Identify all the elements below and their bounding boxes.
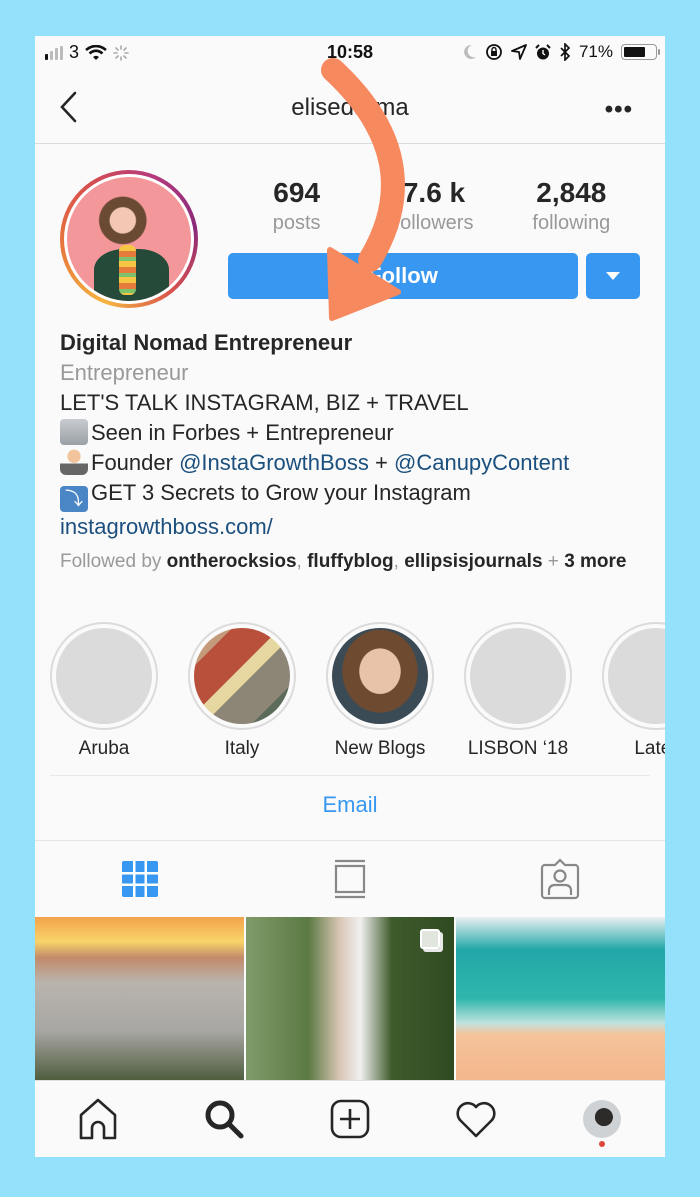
stat-value: 2,848: [536, 177, 607, 208]
arrow-down-emoji-icon: ⤵: [60, 486, 88, 512]
post-grid: [35, 917, 665, 1080]
stat-label: posts: [272, 212, 321, 234]
tab-feed[interactable]: [245, 841, 455, 917]
more-horizontal-icon[interactable]: •••: [605, 96, 633, 124]
bio-text: +: [368, 450, 394, 475]
location-icon: [511, 44, 527, 60]
bio-text: GET 3 Secrets to Grow your Instagram: [91, 480, 471, 505]
category-label: Entrepreneur: [60, 360, 189, 385]
tagged-person-icon: [540, 858, 580, 900]
battery-icon: [621, 44, 660, 60]
caret-down-icon: [606, 272, 620, 280]
nav-search[interactable]: [161, 1081, 287, 1157]
separator: ,: [393, 551, 405, 572]
technologist-emoji-icon: [60, 449, 88, 475]
highlight-label: New Blogs: [334, 738, 426, 759]
separator: ,: [296, 551, 308, 572]
moon-icon: [464, 44, 476, 59]
stat-value: 694: [273, 177, 321, 208]
profile-tabs: [35, 841, 665, 917]
profile-avatar[interactable]: [60, 170, 198, 308]
highlight-label: Italy: [224, 738, 260, 759]
alarm-icon: [535, 43, 551, 59]
stat-following[interactable]: 2,848 following: [503, 176, 640, 246]
stat-followers[interactable]: 7.6 k followers: [365, 176, 502, 246]
nav-profile[interactable]: [539, 1081, 665, 1157]
profile-avatar: [583, 1100, 621, 1138]
search-icon: [205, 1100, 244, 1139]
bluetooth-icon: [560, 43, 571, 61]
status-bar: 3 10:58 71%: [35, 36, 665, 72]
nav-add-post[interactable]: [287, 1081, 413, 1157]
profile-stats: 694 posts 7.6 k followers 2,848 followin…: [228, 176, 640, 246]
home-icon: [79, 1098, 117, 1140]
highlight-item[interactable]: New Blogs: [311, 622, 449, 762]
divider: [50, 775, 650, 776]
bio-line: Seen in Forbes + Entrepreneur: [60, 418, 640, 448]
highlight-cover: [470, 628, 566, 724]
heart-icon: [456, 1101, 496, 1138]
stat-value: 7.6 k: [402, 177, 466, 208]
highlight-cover: [332, 628, 428, 724]
stat-label: following: [532, 212, 611, 234]
notification-dot: [599, 1141, 605, 1147]
highlight-cover: [56, 628, 152, 724]
separator: +: [542, 551, 565, 572]
bio-line: LET'S TALK INSTAGRAM, BIZ + TRAVEL: [60, 390, 469, 415]
newspaper-emoji-icon: [60, 419, 88, 445]
post-thumbnail[interactable]: [245, 917, 455, 1080]
stat-label: followers: [394, 212, 474, 234]
mention-link[interactable]: @InstaGrowthBoss: [179, 450, 369, 475]
highlight-cover: [194, 628, 290, 724]
grid-icon: [122, 861, 158, 897]
story-highlights: Aruba Italy New Blogs LISBON ‘18 Later: [35, 622, 665, 762]
bottom-navigation: [35, 1080, 665, 1157]
username-title: elisedarma: [291, 94, 409, 121]
followed-prefix: Followed by: [60, 551, 167, 572]
carousel-icon: [420, 929, 441, 949]
stat-posts[interactable]: 694 posts: [228, 176, 365, 246]
follower-name[interactable]: ontherocksios: [167, 551, 297, 572]
phone-screen: 3 10:58 71% elisedarma ••• 694 posts 7.6…: [35, 36, 665, 1157]
mention-link[interactable]: @CanupyContent: [394, 450, 569, 475]
battery-percent: 71%: [578, 42, 613, 61]
follow-button[interactable]: Follow: [228, 253, 578, 299]
nav-home[interactable]: [35, 1081, 161, 1157]
bio-text: Founder: [91, 450, 180, 475]
add-post-icon: [330, 1099, 370, 1139]
email-button[interactable]: Email: [35, 792, 665, 818]
suggested-accounts-button[interactable]: [586, 253, 640, 299]
tab-grid[interactable]: [35, 841, 245, 917]
profile-photo: [67, 177, 191, 301]
followed-more[interactable]: 3 more: [564, 551, 626, 572]
highlight-item[interactable]: Later: [587, 622, 665, 762]
nav-activity[interactable]: [413, 1081, 539, 1157]
website-link[interactable]: instagrowthboss.com/: [60, 512, 640, 542]
rotation-lock-icon: [486, 44, 502, 60]
bio-line: ⤵ GET 3 Secrets to Grow your Instagram: [60, 478, 640, 512]
tab-tagged[interactable]: [455, 841, 665, 917]
highlight-item[interactable]: Aruba: [35, 622, 173, 762]
display-name: Digital Nomad Entrepreneur: [60, 330, 353, 355]
follower-name[interactable]: fluffyblog: [307, 551, 394, 572]
post-thumbnail[interactable]: [456, 917, 665, 1080]
list-feed-icon: [334, 859, 366, 899]
profile-bio: Digital Nomad Entrepreneur Entrepreneur …: [60, 328, 640, 574]
bio-line: Founder @InstaGrowthBoss + @CanupyConten…: [60, 448, 640, 478]
highlight-label: Later: [634, 738, 665, 759]
highlight-item[interactable]: Italy: [173, 622, 311, 762]
highlight-label: Aruba: [78, 738, 130, 759]
highlight-item[interactable]: LISBON ‘18: [449, 622, 587, 762]
follower-name[interactable]: ellipsisjournals: [404, 551, 542, 572]
highlight-cover: [608, 628, 665, 724]
profile-header-bar: elisedarma •••: [35, 72, 665, 144]
post-thumbnail[interactable]: [35, 917, 244, 1080]
highlight-label: LISBON ‘18: [467, 738, 569, 759]
bio-text: Seen in Forbes + Entrepreneur: [91, 420, 394, 445]
followed-by[interactable]: Followed by ontherocksios, fluffyblog, e…: [60, 550, 640, 574]
